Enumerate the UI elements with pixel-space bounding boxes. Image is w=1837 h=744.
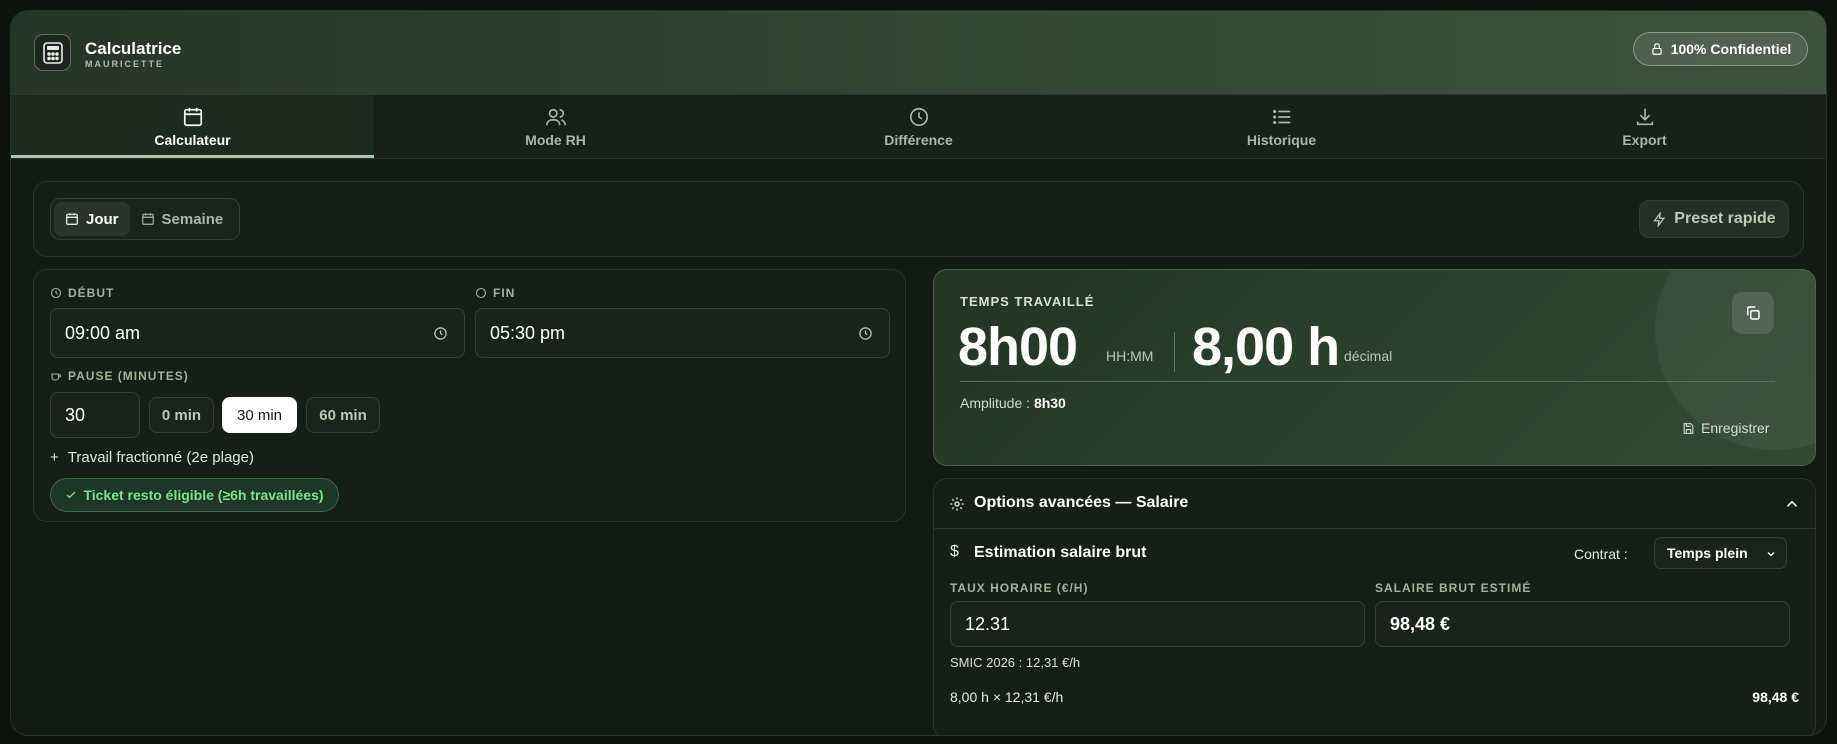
split-shift-label: Travail fractionné (2e plage) [67, 449, 254, 466]
period-toggle: Jour Semaine [50, 198, 240, 240]
clock-icon [434, 327, 447, 340]
app-subtitle: MAURICETTE [85, 59, 164, 69]
users-icon [545, 108, 566, 125]
check-icon [66, 491, 76, 499]
plus-icon: + [50, 449, 59, 466]
hourly-rate-value: 12.31 [965, 613, 1011, 634]
ticket-resto-label: Ticket resto éligible (≥6h travaillées) [83, 487, 324, 503]
calendar-icon [141, 213, 154, 225]
pause-label-row: PAUSE (MINUTES) [50, 369, 189, 383]
tab-export[interactable]: Export [1463, 95, 1826, 158]
clock-icon [50, 287, 62, 299]
week-mode-label: Semaine [161, 210, 224, 228]
amplitude: Amplitude : 8h30 [960, 395, 1066, 411]
circle-icon [475, 287, 487, 299]
advanced-options-header[interactable]: Options avancées — Salaire [934, 479, 1815, 529]
tab-difference[interactable]: Différence [737, 95, 1100, 158]
confidential-label: 100% Confidentiel [1670, 41, 1792, 57]
start-time-input[interactable]: 09:00 am [50, 308, 465, 358]
hourly-rate-label: TAUX HORAIRE (€/H) [950, 581, 1089, 595]
confidential-badge[interactable]: 100% Confidentiel [1633, 32, 1808, 66]
tab-mode-rh[interactable]: Mode RH [374, 95, 737, 158]
mode-card: Jour Semaine Preset rapide [33, 181, 1804, 257]
advanced-options-card: Options avancées — Salaire $ Estimation … [933, 478, 1816, 735]
save-button[interactable]: Enregistrer [1682, 420, 1769, 436]
save-icon [1683, 422, 1694, 434]
pause-chip-60[interactable]: 60 min [306, 397, 380, 433]
dollar-icon: $ [950, 543, 959, 560]
calculator-logo-icon [34, 34, 71, 71]
download-icon [1636, 108, 1653, 125]
worked-time-label: TEMPS TRAVAILLÉ [960, 294, 1095, 309]
gear-icon [950, 497, 964, 511]
clock-icon [859, 327, 872, 340]
tab-calculateur[interactable]: Calculateur [11, 95, 374, 158]
result-divider [960, 381, 1775, 382]
tab-label: Différence [884, 131, 953, 148]
tab-label: Calculateur [154, 131, 231, 148]
lock-icon [1652, 43, 1662, 55]
salary-calculation: 8,00 h × 12,31 €/h [950, 689, 1064, 705]
app-window: Calculatrice MAURICETTE 100% Confidentie… [10, 10, 1827, 736]
end-label: FIN [493, 286, 516, 300]
tab-label: Mode RH [525, 131, 586, 148]
chevron-down-icon [1767, 552, 1775, 557]
lightning-icon [1653, 211, 1666, 227]
salary-estimate-label: SALAIRE BRUT ESTIMÉ [1375, 581, 1532, 595]
end-time-input[interactable]: 05:30 pm [475, 308, 890, 358]
contract-label: Contrat : [1574, 546, 1628, 562]
decimal-unit: décimal [1344, 348, 1393, 364]
pause-chip-0[interactable]: 0 min [149, 397, 214, 433]
end-label-row: FIN [475, 286, 515, 300]
contract-select[interactable]: Temps plein [1654, 537, 1787, 569]
copy-icon [1747, 306, 1760, 320]
coffee-icon [51, 373, 62, 381]
day-mode-label: Jour [86, 210, 119, 228]
preset-button[interactable]: Preset rapide [1639, 200, 1789, 238]
pause-chip-30[interactable]: 30 min [222, 397, 297, 433]
calendar-icon [66, 213, 78, 225]
add-split-shift-button[interactable]: + Travail fractionné (2e plage) [50, 449, 254, 466]
pause-minutes-value: 30 [65, 404, 86, 425]
pause-minutes-input[interactable]: 30 [50, 392, 140, 438]
save-label: Enregistrer [1701, 420, 1770, 436]
ticket-resto-badge: Ticket resto éligible (≥6h travaillées) [50, 478, 339, 512]
start-label-row: DÉBUT [50, 286, 114, 300]
app-title: Calculatrice [85, 39, 182, 58]
time-input-card: DÉBUT 09:00 am FIN 05:30 pm PAUSE (MINUT… [33, 269, 906, 522]
smic-note: SMIC 2026 : 12,31 €/h [950, 655, 1081, 670]
copy-button[interactable] [1732, 292, 1774, 334]
hhmm-unit: HH:MM [1106, 348, 1154, 364]
salary-estimate-title: Estimation salaire brut [974, 544, 1147, 561]
salary-estimate-value: 98,48 € [1390, 613, 1451, 634]
week-mode-button[interactable]: Semaine [130, 202, 235, 236]
list-icon [1272, 109, 1290, 124]
preset-label: Preset rapide [1674, 210, 1776, 227]
start-time-value: 09:00 am [65, 322, 141, 343]
main-tabs: Calculateur Mode RH Différence Historiqu… [11, 95, 1826, 159]
app-header: Calculatrice MAURICETTE 100% Confidentie… [11, 11, 1826, 95]
clock-icon [909, 107, 928, 126]
start-label: DÉBUT [68, 286, 115, 300]
calendar-icon [183, 107, 202, 126]
pause-label: PAUSE (MINUTES) [68, 369, 189, 383]
contract-value: Temps plein [1667, 545, 1748, 561]
end-time-value: 05:30 pm [490, 322, 566, 343]
tab-label: Export [1622, 131, 1667, 148]
amplitude-label: Amplitude : [960, 395, 1031, 411]
salary-estimate-output: 98,48 € [1375, 601, 1790, 647]
value-divider [1174, 332, 1175, 372]
worked-time-decimal: 8,00 h [1192, 317, 1340, 377]
worked-time-card: TEMPS TRAVAILLÉ 8h00 HH:MM 8,00 h décima… [933, 269, 1816, 466]
chevron-up-icon[interactable] [1783, 495, 1801, 513]
salary-calculation-total: 98,48 € [1752, 689, 1799, 705]
hourly-rate-input[interactable]: 12.31 [950, 601, 1365, 647]
tab-label: Historique [1246, 131, 1317, 148]
amplitude-value: 8h30 [1033, 395, 1066, 411]
day-mode-button[interactable]: Jour [54, 202, 130, 236]
advanced-options-title: Options avancées — Salaire [974, 494, 1189, 511]
worked-time-hhmm: 8h00 [958, 317, 1078, 377]
tab-historique[interactable]: Historique [1100, 95, 1463, 158]
